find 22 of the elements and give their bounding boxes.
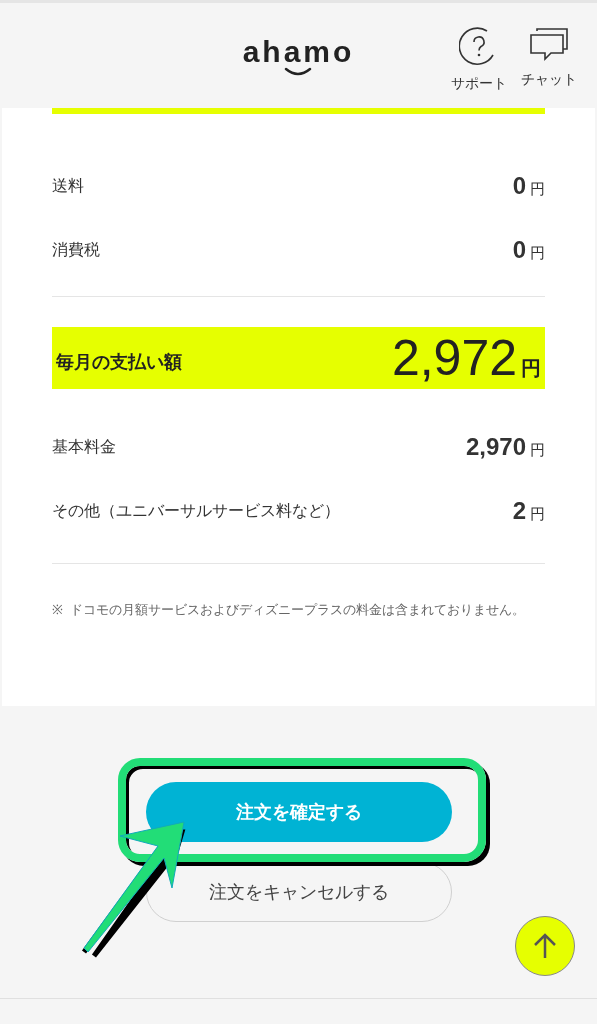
currency-unit: 円 xyxy=(530,504,545,524)
fee-amount: 0 xyxy=(512,235,526,265)
fee-amount: 2,970 xyxy=(465,432,526,462)
fee-amount: 0 xyxy=(512,171,526,201)
logo[interactable]: ahamo xyxy=(242,36,355,77)
scroll-top-button[interactable] xyxy=(515,916,575,976)
fee-amount: 2 xyxy=(512,496,526,526)
chat-icon xyxy=(529,27,569,63)
fee-label: 基本料金 xyxy=(52,437,116,457)
currency-unit: 円 xyxy=(530,179,545,199)
fee-label: 消費税 xyxy=(52,240,100,260)
fee-label: 送料 xyxy=(52,176,84,196)
total-label: 毎月の支払い額 xyxy=(56,350,182,374)
currency-unit: 円 xyxy=(530,440,545,460)
fee-label: その他（ユニバーサルサービス料など） xyxy=(52,501,340,521)
currency-unit: 円 xyxy=(521,356,541,381)
total-amount: 2,972 xyxy=(391,333,517,383)
arrow-up-icon xyxy=(532,932,558,960)
header-action[interactable]: サポート xyxy=(451,27,507,94)
header-action[interactable]: チャット xyxy=(521,27,577,94)
currency-unit: 円 xyxy=(530,243,545,263)
note-text: ※ ドコモの月額サービスおよびディズニープラスの料金は含まれておりません。 xyxy=(52,601,526,619)
